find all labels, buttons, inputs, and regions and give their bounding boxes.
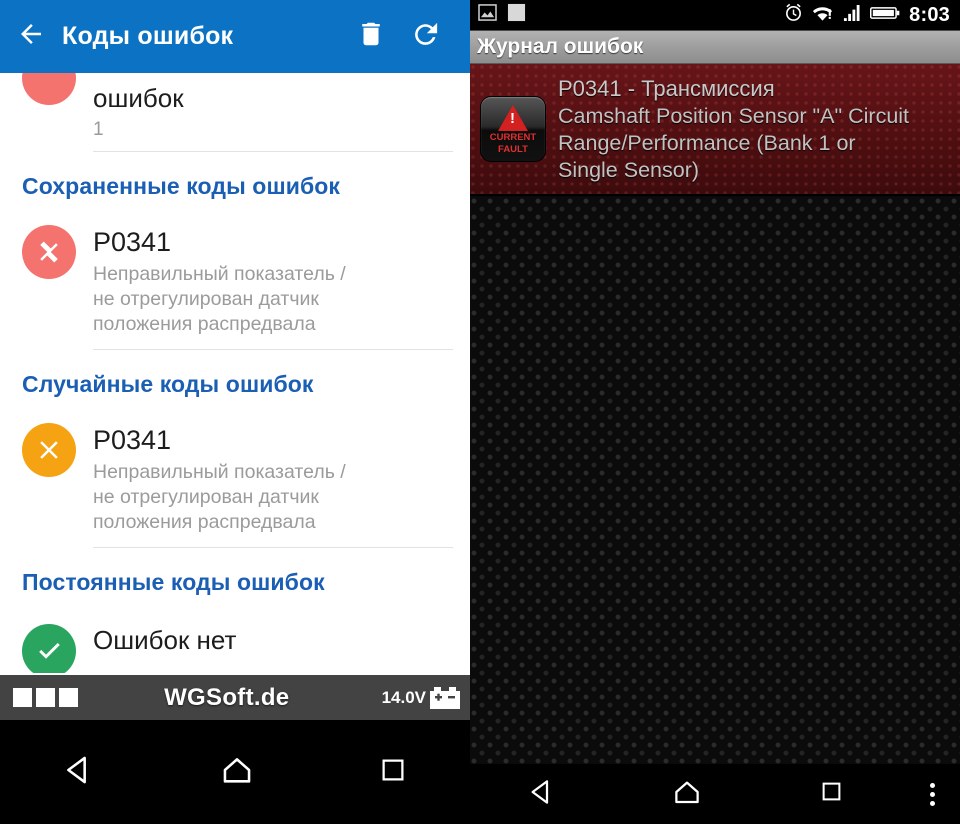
nav-back-triangle-icon [62,756,96,791]
fault-code-line: P0341 - Трансмиссия [558,76,775,101]
section-heading-stored: Сохраненные коды ошибок [22,173,341,199]
nav-back-triangle-icon [527,777,557,812]
dtc-code: Ошибок нет [93,625,237,655]
partial-row-title: ошибок [93,83,184,113]
status-bar-notifications [478,3,526,27]
status-ok-icon [22,624,76,678]
status-bar-clock: 8:03 [909,3,950,26]
right-phone-panel: 8:03 Журнал ошибок CURRENT FAULT P0341 -… [470,0,960,824]
voltage-value: 14.0V [381,687,426,707]
app-notification-icon [507,3,526,27]
fault-entry-row[interactable]: CURRENT FAULT P0341 - Трансмиссия Camsha… [470,64,960,196]
cell-signal-icon [842,4,861,26]
dtc-list[interactable]: ошибок 1 Сохраненные коды ошибок P0341 Н… [0,73,470,720]
status-bar-system-icons: 8:03 [784,3,950,27]
partial-row-value: 1 [93,119,104,140]
page-title: Журнал ошибок [477,35,644,58]
wifi-warning-icon [812,4,833,27]
dtc-description: Неправильный показатель / не отрегулиров… [93,461,346,533]
app-bar-title: Коды ошибок [62,22,234,50]
nav-recents-square-icon [378,759,408,789]
nav-home-button[interactable] [615,777,760,812]
nav-recents-button[interactable] [759,778,904,810]
signal-blocks-icon [0,688,78,707]
list-item[interactable]: ошибок 1 [0,73,470,151]
trash-icon [356,19,386,54]
alarm-clock-icon [784,3,803,27]
delete-button[interactable] [344,0,398,73]
brand-label: WGSoft.de [164,683,290,711]
empty-log-area[interactable] [470,197,960,764]
back-button[interactable] [0,0,62,73]
nav-home-button[interactable] [220,753,254,792]
warning-triangle-icon [498,105,528,131]
android-navigation-bar [0,720,470,824]
app-bar: Коды ошибок [0,0,470,73]
app-bar-actions [344,0,470,73]
refresh-button[interactable] [398,0,452,73]
refresh-icon [410,19,441,55]
table-row[interactable]: P0341 Неправильный показатель / не отрег… [0,410,470,547]
dtc-code: P0341 [93,425,172,455]
badge-line-2: FAULT [498,144,528,155]
section-heading-permanent: Постоянные коды ошибок [22,569,325,595]
car-battery-icon [430,686,470,709]
nav-back-button[interactable] [62,753,96,792]
nav-recents-square-icon [818,778,845,810]
dtc-description: Неправильный показатель / не отрегулиров… [93,263,346,335]
nav-home-icon [672,777,702,812]
status-error-icon [22,225,76,279]
android-status-bar: 8:03 [470,0,960,31]
nav-home-icon [220,757,254,791]
status-circle-icon [22,73,76,105]
badge-line-1: CURRENT [489,132,537,143]
fault-description: Camshaft Position Sensor "A" Circuit Ran… [558,104,910,182]
current-fault-badge: CURRENT FAULT [480,96,546,162]
arrow-back-icon [16,19,46,54]
android-navigation-bar [470,764,960,824]
log-title-bar: Журнал ошибок [470,31,960,64]
overflow-menu-icon [929,782,935,806]
dtc-code: P0341 [93,227,172,257]
dual-phone-screenshot: Коды ошибок ошибок 1 Сохраненные коды ош… [0,0,960,824]
status-strip: WGSoft.de 14.0V [0,673,470,720]
gallery-image-icon [478,4,497,26]
nav-back-button[interactable] [470,777,615,812]
left-phone-panel: Коды ошибок ошибок 1 Сохраненные коды ош… [0,0,470,824]
table-row[interactable]: P0341 Неправильный показатель / не отрег… [0,212,470,349]
status-warning-icon [22,423,76,477]
overflow-menu-button[interactable] [904,782,960,806]
battery-icon [870,5,900,26]
section-heading-pending: Случайные коды ошибок [22,371,314,397]
nav-recents-button[interactable] [378,755,408,790]
